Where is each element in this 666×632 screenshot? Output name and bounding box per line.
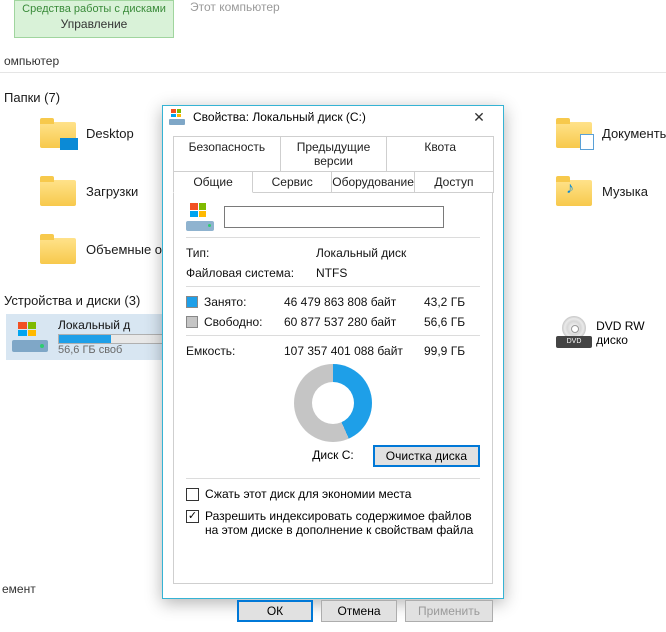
status-bar-text: емент <box>2 582 36 596</box>
apply-button[interactable]: Применить <box>405 600 493 622</box>
close-icon: ✕ <box>473 109 485 126</box>
breadcrumb[interactable]: омпьютер <box>0 54 59 68</box>
index-checkbox-row[interactable]: Разрешить индексировать содержимое файло… <box>186 509 480 537</box>
section-devices-title: Устройства и диски <box>4 293 121 308</box>
folder-label: Desktop <box>86 126 134 141</box>
folder-icon <box>40 176 76 206</box>
disk-cleanup-button[interactable]: Очистка диска <box>373 445 480 467</box>
value-free-bytes: 60 877 537 280 байт <box>284 315 424 329</box>
divider <box>186 237 480 238</box>
checkbox-checked-icon <box>186 510 199 523</box>
drive-title: Локальный д <box>58 318 178 332</box>
drive-subtitle: 56,6 ГБ своб <box>58 344 178 356</box>
legend-used-icon <box>186 296 198 308</box>
tab-previous-versions[interactable]: Предыдущие версии <box>280 136 388 171</box>
divider <box>186 335 480 336</box>
folder-icon <box>556 118 592 148</box>
drive-title: DVD RW диско <box>596 319 666 347</box>
label-free: Свободно: <box>204 315 284 329</box>
folder-item-3d-objects[interactable]: Объемные о <box>40 234 162 264</box>
volume-label-input[interactable] <box>224 206 444 228</box>
ribbon-active-tab: Управление <box>15 15 173 31</box>
legend-free-icon <box>186 316 198 328</box>
index-label: Разрешить индексировать содержимое файло… <box>205 509 480 537</box>
dialog-button-row: ОК Отмена Применить <box>163 592 503 632</box>
ribbon-context-tab[interactable]: Средства работы с дисками Управление <box>14 0 174 38</box>
label-used: Занято: <box>204 295 284 309</box>
cancel-button[interactable]: Отмена <box>321 600 397 622</box>
folder-label: Загрузки <box>86 184 138 199</box>
properties-dialog: Свойства: Локальный диск (C:) ✕ Безопасн… <box>162 105 504 599</box>
value-used-bytes: 46 479 863 808 байт <box>284 295 424 309</box>
drive-icon <box>186 203 214 231</box>
ribbon-right-label: Этот компьютер <box>190 0 280 14</box>
folder-icon <box>40 234 76 264</box>
tab-panel-general: Тип: Локальный диск Файловая система: NT… <box>173 192 493 584</box>
folder-label: Объемные о <box>86 242 162 257</box>
tab-quota[interactable]: Квота <box>386 136 494 171</box>
folder-item-music[interactable]: ♪ Музыка <box>556 176 648 206</box>
section-devices-header[interactable]: Устройства и диски (3) <box>4 293 140 308</box>
folder-item-documents[interactable]: Документы <box>556 118 666 148</box>
value-capacity-bytes: 107 357 401 088 байт <box>284 344 424 358</box>
folder-icon <box>40 118 76 148</box>
ok-button[interactable]: ОК <box>237 600 313 622</box>
disk-usage-chart <box>294 364 372 442</box>
section-devices-count: 3 <box>129 293 136 308</box>
folder-label: Музыка <box>602 184 648 199</box>
tab-security[interactable]: Безопасность <box>173 136 281 171</box>
tab-tools[interactable]: Сервис <box>252 171 332 193</box>
folder-icon: ♪ <box>556 176 592 206</box>
value-capacity-gb: 99,9 ГБ <box>424 344 480 358</box>
drive-item-dvd[interactable]: DVD DVD RW диско <box>556 318 666 348</box>
dialog-titlebar[interactable]: Свойства: Локальный диск (C:) ✕ <box>163 106 503 128</box>
label-filesystem: Файловая система: <box>186 266 316 280</box>
section-folders-title: Папки <box>4 90 41 105</box>
compress-label: Сжать этот диск для экономии места <box>205 487 411 501</box>
label-capacity: Емкость: <box>186 344 284 358</box>
checkbox-icon <box>186 488 199 501</box>
folder-label: Документы <box>602 126 666 141</box>
compress-checkbox-row[interactable]: Сжать этот диск для экономии места <box>186 487 480 501</box>
tab-general[interactable]: Общие <box>173 171 253 193</box>
ribbon-context-title: Средства работы с дисками <box>15 1 173 15</box>
folder-item-desktop[interactable]: Desktop <box>40 118 134 148</box>
drive-icon <box>169 109 185 125</box>
section-folders-count: 7 <box>49 90 56 105</box>
value-filesystem: NTFS <box>316 266 480 280</box>
dialog-title: Свойства: Локальный диск (C:) <box>193 110 453 124</box>
value-used-gb: 43,2 ГБ <box>424 295 480 309</box>
drive-icon <box>12 322 48 352</box>
tab-hardware[interactable]: Оборудование <box>331 171 415 193</box>
section-folders-header[interactable]: Папки (7) <box>4 90 60 105</box>
drive-usage-bar <box>58 334 178 344</box>
dvd-icon: DVD <box>556 318 586 348</box>
divider <box>0 72 666 73</box>
tab-sharing[interactable]: Доступ <box>414 171 494 193</box>
divider <box>186 286 480 287</box>
value-type: Локальный диск <box>316 246 480 260</box>
folder-item-downloads[interactable]: Загрузки <box>40 176 138 206</box>
close-button[interactable]: ✕ <box>461 106 497 128</box>
value-free-gb: 56,6 ГБ <box>424 315 480 329</box>
label-type: Тип: <box>186 246 316 260</box>
divider <box>186 478 480 479</box>
